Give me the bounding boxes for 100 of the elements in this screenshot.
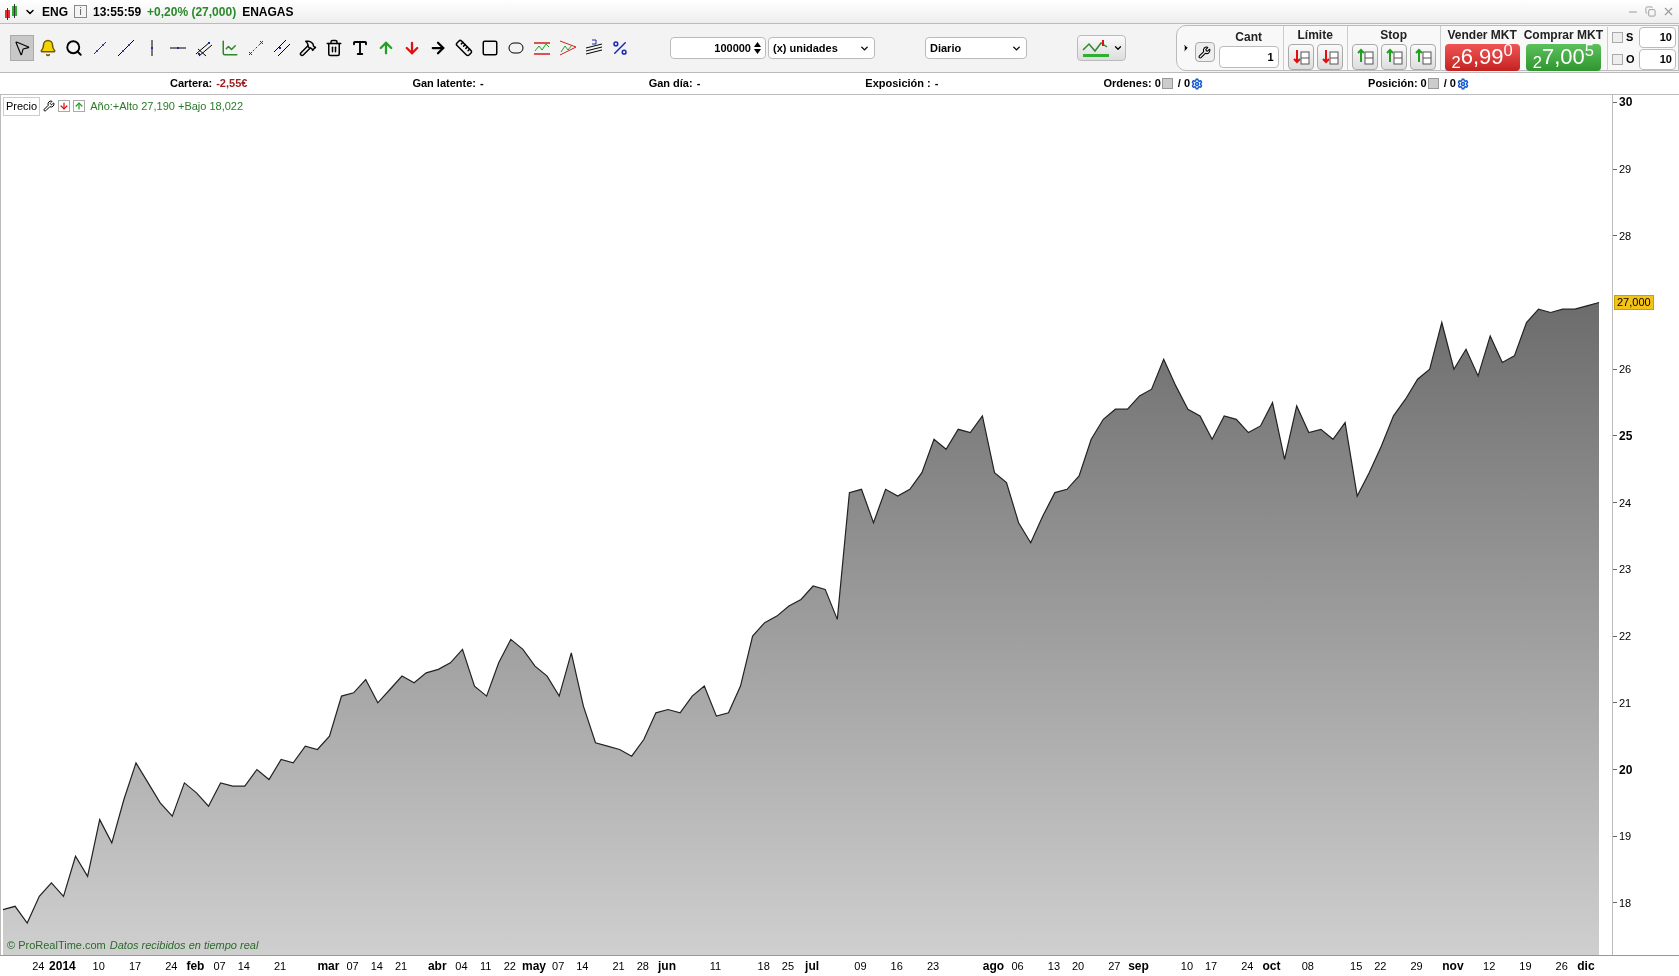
search-icon <box>65 39 83 57</box>
portfolio-value: -2,55€ <box>216 76 248 92</box>
y-axis-label: 20 <box>1619 762 1633 777</box>
y-axis-label: 23 <box>1619 562 1632 577</box>
orders-label: Ordenes: <box>1103 76 1152 92</box>
x-axis-label: 28 <box>636 959 649 973</box>
price-legend[interactable]: Precio <box>3 97 41 116</box>
wrench-icon[interactable] <box>43 100 56 113</box>
indicator-chart-icon <box>1080 38 1111 58</box>
chart-line-icon <box>221 39 239 57</box>
symbol-text: ENG <box>42 3 68 21</box>
text-icon <box>351 39 369 57</box>
x-axis-label: jun <box>658 959 676 973</box>
y-axis-label: 28 <box>1619 228 1632 243</box>
settings-icon[interactable] <box>1456 77 1469 90</box>
x-axis-label: 11 <box>709 959 722 973</box>
stop-order-button[interactable] <box>1409 44 1436 70</box>
day-gain-label: Gan día: <box>648 76 693 92</box>
portfolio-label: Cartera: <box>170 76 213 92</box>
option-field[interactable]: 10 <box>1639 48 1676 70</box>
pointer-icon <box>13 39 31 57</box>
x-axis-label: abr <box>427 959 447 973</box>
arrow-right-icon <box>429 39 447 57</box>
rectangle-icon <box>481 39 499 57</box>
x-axis-label: 07 <box>552 959 565 973</box>
stop-order-button[interactable] <box>1380 44 1407 70</box>
y-axis-label: 30 <box>1619 95 1633 110</box>
x-axis-label: 07 <box>213 959 226 973</box>
sell-button[interactable]: $_{2}$6,99$^{0}$ <box>1444 43 1520 71</box>
x-axis-label: ago <box>982 959 1005 973</box>
instrument-name: ENAGAS <box>242 3 294 21</box>
x-axis-label: sep <box>1128 959 1149 973</box>
data-status-text: Datos recibidos en tiempo real <box>109 937 259 953</box>
period-dropdown[interactable]: Diario <box>925 37 1027 59</box>
settings-icon[interactable] <box>1191 77 1204 90</box>
orders-count: 0 <box>1154 76 1161 92</box>
buy-label: Comprar MKT <box>1523 26 1603 44</box>
x-axis-label: feb <box>186 959 205 973</box>
option-field[interactable]: 10 <box>1639 26 1676 48</box>
y-axis-label: 24 <box>1619 495 1632 510</box>
unit-dropdown[interactable]: (x) unidades <box>768 37 875 59</box>
option-checkbox[interactable] <box>1612 53 1623 65</box>
x-axis-label: 21 <box>394 959 408 973</box>
limit-order-button[interactable] <box>1316 44 1343 70</box>
x-axis-label: 11 <box>479 959 492 973</box>
horizontal-line-icon <box>169 46 187 50</box>
arrow-down-icon <box>403 39 421 57</box>
line-icon <box>117 39 135 57</box>
option-label: O <box>1626 51 1636 67</box>
orders-count: / 0 <box>1177 76 1191 92</box>
info-button[interactable]: i <box>74 5 87 18</box>
trash-icon <box>325 39 343 57</box>
tool-button[interactable] <box>10 35 34 61</box>
x-axis-label: 17 <box>1204 959 1218 973</box>
spinner-icon[interactable] <box>754 42 761 54</box>
current-price-label: 27,000 <box>1614 295 1654 311</box>
position-count: / 0 <box>1443 76 1456 92</box>
option-checkbox[interactable] <box>1612 31 1623 43</box>
day-gain-value: - <box>696 76 701 92</box>
x-axis-label: 14 <box>370 959 383 973</box>
percent-icon <box>611 39 629 57</box>
segment-icon <box>91 39 109 57</box>
x-axis-label: 10 <box>1180 959 1194 973</box>
close-icon[interactable] <box>1662 5 1675 18</box>
caret-icon <box>1112 43 1123 53</box>
x-axis-label: 26 <box>1555 959 1568 973</box>
x-axis-label: 17 <box>128 959 142 973</box>
y-axis-label: 26 <box>1619 362 1632 377</box>
x-axis-label: 19 <box>1519 959 1532 973</box>
x-axis-label: 24 <box>32 959 45 973</box>
x-axis-label: 13 <box>1047 959 1061 973</box>
x-axis-label: oct <box>1262 959 1281 973</box>
x-axis-label: 2014 <box>49 959 76 973</box>
arrow-down-icon[interactable] <box>58 100 71 113</box>
latent-gain-label: Gan latente: <box>412 76 476 92</box>
stop-order-button[interactable] <box>1351 44 1378 70</box>
y-axis-label: 18 <box>1619 895 1632 910</box>
change-text: +0,20% (27,000) <box>147 3 237 21</box>
x-axis-label: 14 <box>237 959 250 973</box>
triangle-icon <box>559 39 577 57</box>
option-label: S <box>1626 29 1635 45</box>
time-text: 13:55:59 <box>93 3 142 21</box>
x-axis-label: 06 <box>1011 959 1024 973</box>
arrow-up-icon[interactable] <box>73 100 86 113</box>
indicator-button[interactable] <box>1077 35 1126 61</box>
x-axis-label: 16 <box>890 959 903 973</box>
x-axis-label: 07 <box>346 959 359 973</box>
ruler-icon <box>455 39 473 57</box>
x-axis-label: 08 <box>1301 959 1314 973</box>
settings-button[interactable] <box>1194 42 1215 62</box>
y-axis-label: 29 <box>1619 162 1632 177</box>
x-axis-label: dic <box>1577 959 1595 973</box>
channel-icon <box>533 39 551 57</box>
stop-label: Stop <box>1380 27 1407 44</box>
x-axis-label: mar <box>317 959 340 973</box>
x-axis-label: 21 <box>273 959 287 973</box>
cant-field[interactable]: 1 <box>1218 46 1279 68</box>
x-axis-label: 25 <box>781 959 795 973</box>
quantity-field[interactable]: 100000 <box>670 37 766 59</box>
limit-order-button[interactable] <box>1287 44 1314 70</box>
